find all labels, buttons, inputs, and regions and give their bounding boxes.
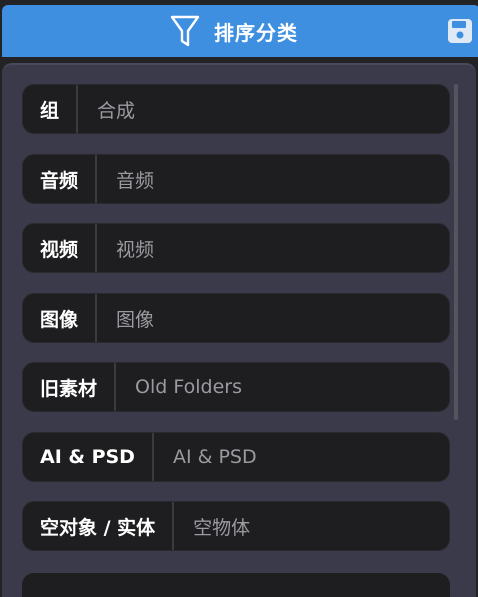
page-title: 排序分类 bbox=[214, 20, 298, 45]
category-value[interactable]: 空物体 bbox=[174, 513, 250, 540]
category-key: 空对象 / 实体 bbox=[23, 502, 175, 550]
category-row[interactable]: 空对象 / 实体 空物体 bbox=[22, 501, 450, 551]
category-row-partial[interactable] bbox=[22, 573, 450, 597]
category-key: AI & PSD bbox=[23, 433, 154, 481]
category-key: 音频 bbox=[23, 155, 98, 203]
category-value[interactable]: 音频 bbox=[97, 166, 154, 193]
scrollbar[interactable] bbox=[454, 84, 458, 420]
header-bar: 排序分类 bbox=[2, 5, 478, 57]
category-value[interactable]: 合成 bbox=[78, 96, 135, 123]
category-key: 视频 bbox=[23, 224, 98, 272]
categories-panel: 组 合成 音频 音频 视频 视频 图像 图像 旧素材 Old Folders A… bbox=[2, 63, 476, 597]
category-key: 组 bbox=[23, 85, 79, 133]
category-key: 图像 bbox=[23, 294, 98, 342]
category-row[interactable]: AI & PSD AI & PSD bbox=[22, 432, 450, 482]
save-icon[interactable] bbox=[446, 17, 474, 45]
category-value[interactable]: 图像 bbox=[97, 305, 154, 332]
category-row[interactable]: 组 合成 bbox=[22, 84, 450, 134]
category-value[interactable]: Old Folders bbox=[116, 376, 242, 398]
category-row[interactable]: 音频 音频 bbox=[22, 154, 450, 204]
category-row[interactable]: 图像 图像 bbox=[22, 293, 450, 343]
category-key: 旧素材 bbox=[23, 363, 117, 411]
header-title-group: 排序分类 bbox=[170, 14, 298, 48]
category-row[interactable]: 视频 视频 bbox=[22, 223, 450, 273]
category-value[interactable]: AI & PSD bbox=[154, 446, 257, 468]
category-row[interactable]: 旧素材 Old Folders bbox=[22, 362, 450, 412]
category-value[interactable]: 视频 bbox=[97, 235, 154, 262]
funnel-icon[interactable] bbox=[170, 14, 200, 48]
